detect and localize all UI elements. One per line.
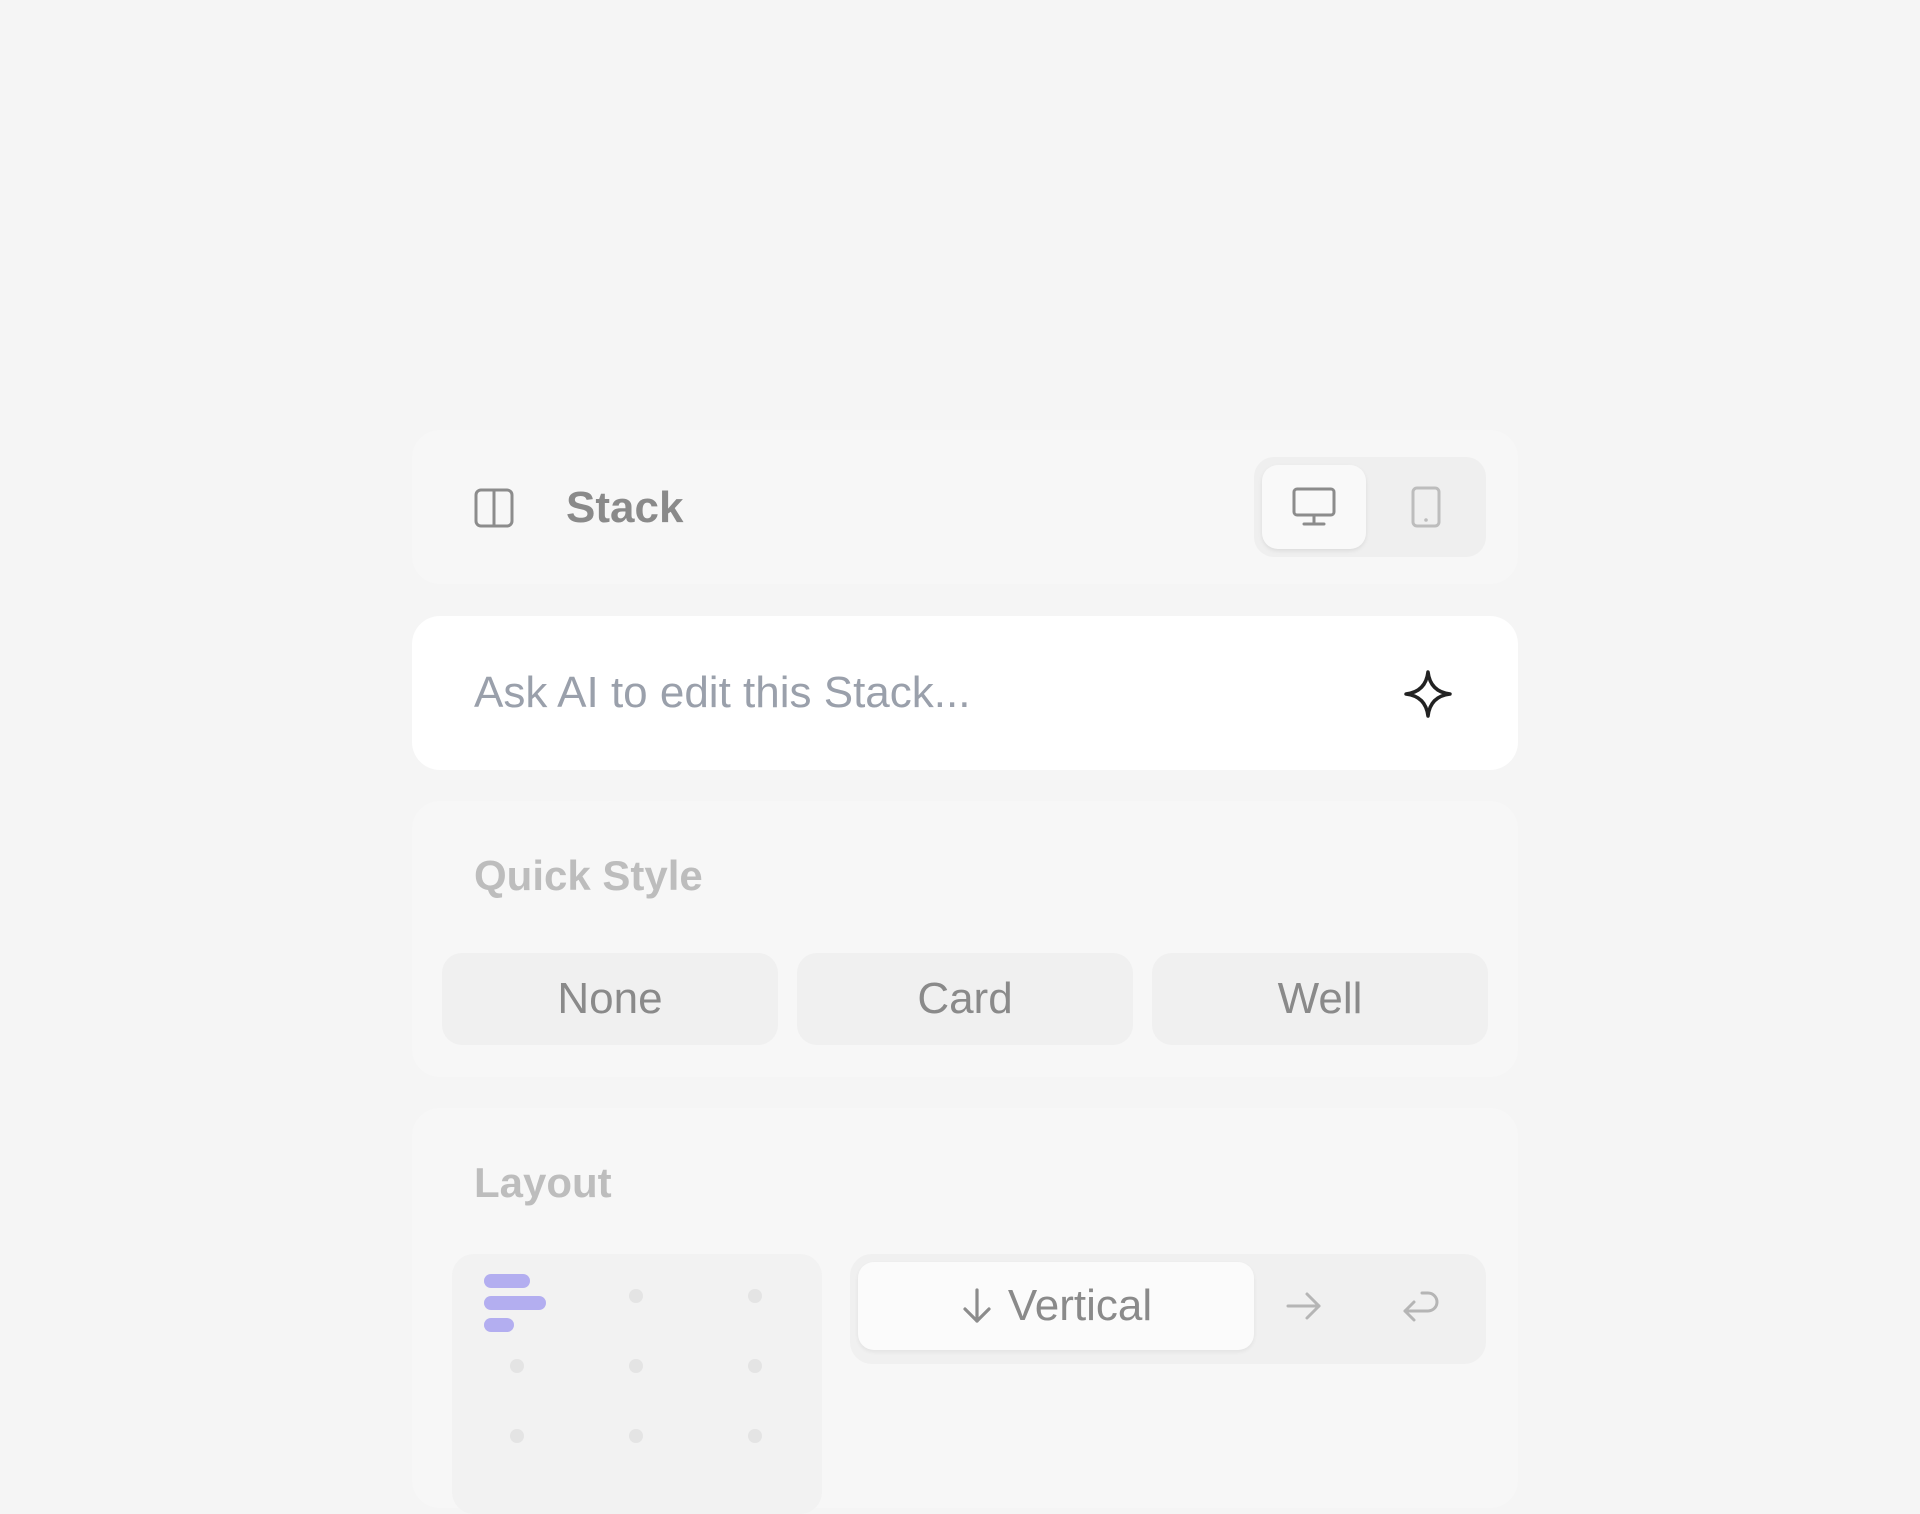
ai-prompt-input[interactable] — [474, 656, 1374, 730]
align-middle-left-dot[interactable] — [510, 1359, 524, 1373]
quick-style-panel: Quick Style None Card Well — [412, 801, 1518, 1077]
columns-panel-icon — [474, 488, 514, 528]
align-top-center-dot[interactable] — [629, 1289, 643, 1303]
align-bottom-left-dot[interactable] — [510, 1429, 524, 1443]
arrow-right-icon — [1286, 1292, 1321, 1320]
align-left-bars-icon[interactable] — [482, 1272, 546, 1336]
direction-horizontal-button[interactable] — [1252, 1262, 1356, 1350]
desktop-view-button[interactable] — [1262, 465, 1366, 549]
wrap-return-icon — [1403, 1291, 1439, 1322]
align-middle-center-dot[interactable] — [629, 1359, 643, 1373]
style-none-button[interactable]: None — [442, 953, 778, 1045]
panel-title: Stack — [566, 483, 684, 532]
desktop-icon — [1292, 487, 1336, 526]
direction-toggle: Vertical — [850, 1254, 1486, 1364]
direction-vertical-button[interactable]: Vertical — [858, 1262, 1254, 1350]
alignment-grid[interactable] — [452, 1254, 822, 1514]
layout-panel: Layout Vertical — [412, 1108, 1518, 1514]
arrow-down-icon — [963, 1288, 991, 1323]
ai-prompt-panel — [412, 616, 1518, 770]
direction-vertical-label: Vertical — [1007, 1281, 1153, 1330]
quick-style-title: Quick Style — [474, 852, 703, 899]
style-card-button[interactable]: Card — [797, 953, 1133, 1045]
stack-header-panel: Stack — [412, 430, 1518, 584]
align-middle-right-dot[interactable] — [748, 1359, 762, 1373]
sparkle-icon[interactable] — [1402, 668, 1454, 720]
align-bottom-right-dot[interactable] — [748, 1429, 762, 1443]
align-bottom-center-dot[interactable] — [629, 1429, 643, 1443]
align-top-right-dot[interactable] — [748, 1289, 762, 1303]
style-well-button[interactable]: Well — [1152, 953, 1488, 1045]
mobile-icon — [1411, 486, 1441, 528]
device-toggle — [1254, 457, 1486, 557]
mobile-view-button[interactable] — [1374, 465, 1478, 549]
direction-wrap-button[interactable] — [1368, 1262, 1472, 1350]
layout-title: Layout — [474, 1159, 612, 1206]
